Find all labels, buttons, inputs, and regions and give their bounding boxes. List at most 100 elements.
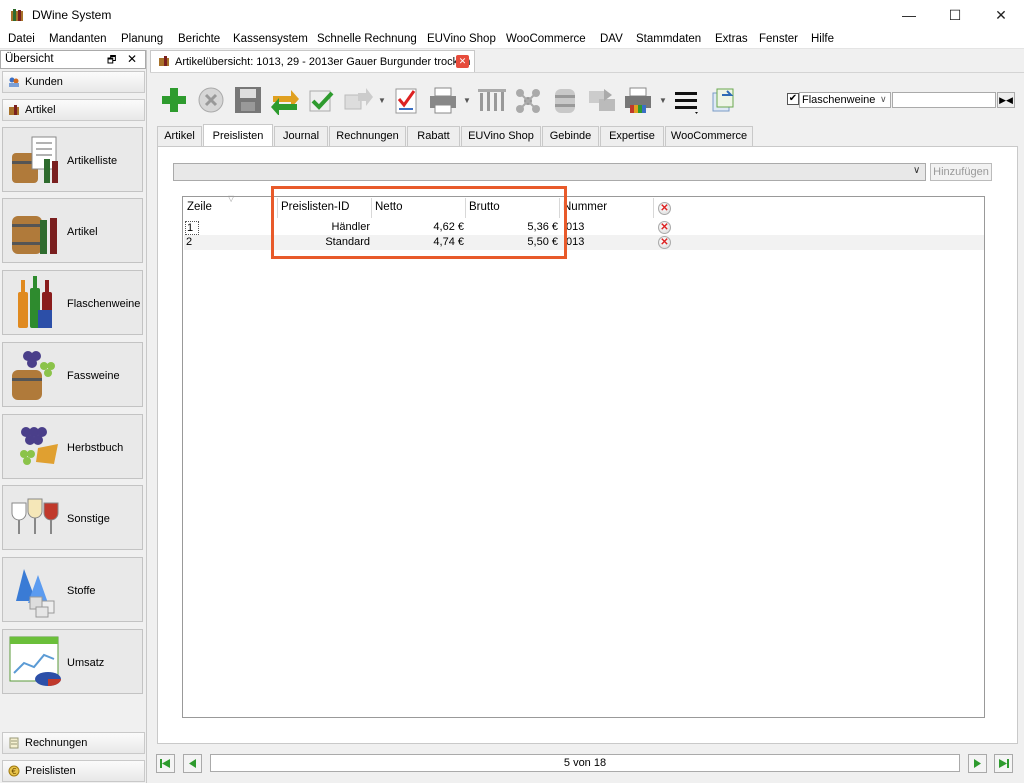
menu-extras[interactable]: Extras — [715, 33, 748, 45]
first-icon — [160, 759, 170, 768]
tile-flaschenweine[interactable]: Flaschenweine — [2, 270, 143, 335]
chevron-down-icon: ∨ — [880, 94, 887, 104]
wine-bottles-icon — [18, 276, 52, 328]
column-header-nummer[interactable]: Nummer — [563, 201, 607, 213]
tab-woocommerce[interactable]: WooCommerce — [665, 126, 753, 146]
tile-label: Fassweine — [67, 370, 120, 382]
previous-icon — [189, 759, 196, 768]
close-tab-icon[interactable]: ✕ — [456, 55, 469, 68]
add-button[interactable]: Hinzufügen — [930, 163, 992, 181]
tab-expertise[interactable]: Expertise — [600, 126, 664, 146]
menu-dav[interactable]: DAV — [600, 33, 623, 45]
menu-fenster[interactable]: Fenster — [759, 33, 798, 45]
confirm-button[interactable] — [305, 85, 337, 115]
menu-euvino-shop[interactable]: EUVino Shop — [427, 33, 496, 45]
wine-type-value: Flaschenweine — [802, 94, 876, 106]
sidebar-item-rechnungen[interactable]: Rechnungen — [2, 732, 145, 754]
article-icon — [9, 105, 19, 115]
chevron-down-icon[interactable]: ▼ — [659, 96, 667, 105]
tile-umsatz[interactable]: Umsatz — [2, 629, 143, 694]
transfer-button[interactable] — [586, 85, 618, 115]
maximize-button[interactable]: ☐ — [932, 0, 978, 30]
tab-euvino-shop[interactable]: EUVino Shop — [461, 126, 541, 146]
tile-artikelliste[interactable]: Artikelliste — [2, 127, 143, 192]
price-list-combo[interactable] — [173, 163, 926, 181]
row-preislisten-id: Standard — [325, 236, 370, 248]
menu-schnelle-rechnung[interactable]: Schnelle Rechnung — [317, 33, 417, 45]
tab-rechnungen[interactable]: Rechnungen — [329, 126, 406, 146]
export-icon — [712, 88, 734, 112]
menu-woocommerce[interactable]: WooCommerce — [506, 33, 586, 45]
menu-planung[interactable]: Planung — [121, 33, 163, 45]
print-color-button[interactable] — [622, 85, 654, 115]
tools-button[interactable] — [476, 85, 508, 115]
sidebar-item-artikel[interactable]: Artikel — [2, 99, 145, 121]
restore-icon[interactable]: 🗗 — [107, 53, 116, 70]
filter-checkbox[interactable]: ✔ — [787, 93, 799, 105]
tile-fassweine[interactable]: Fassweine — [2, 342, 143, 407]
tab-journal[interactable]: Journal — [274, 126, 328, 146]
menu-datei[interactable]: Datei — [8, 33, 35, 45]
tab-preislisten[interactable]: Preislisten — [203, 124, 273, 147]
cancel-button[interactable] — [195, 85, 227, 115]
table-row[interactable]: 2 Standard 4,74 € 5,50 € 013 ✕ — [184, 235, 984, 250]
menu-kassensystem[interactable]: Kassensystem — [233, 33, 308, 45]
search-input[interactable] — [892, 92, 996, 108]
delete-row-icon[interactable]: ✕ — [658, 221, 671, 234]
first-record-button[interactable] — [156, 754, 175, 773]
print-button[interactable] — [427, 85, 459, 115]
column-divider — [465, 198, 466, 218]
tile-sonstige[interactable]: Sonstige — [2, 485, 143, 550]
overview-header: Übersicht 🗗 ✕ — [0, 50, 146, 69]
menu-bar: Datei Mandanten Planung Berichte Kassens… — [0, 30, 1024, 49]
column-header-zeile[interactable]: Zeile — [187, 201, 212, 213]
previous-record-button[interactable] — [183, 754, 202, 773]
next-record-button[interactable] — [968, 754, 987, 773]
svg-text:€: € — [12, 767, 17, 776]
delete-row-icon[interactable]: ✕ — [658, 236, 671, 249]
column-header-preislisten-id[interactable]: Preislisten-ID — [281, 201, 349, 213]
forward-icon — [344, 88, 373, 110]
refresh-button[interactable] — [269, 85, 301, 116]
menu-berichte[interactable]: Berichte — [178, 33, 220, 45]
sidebar-item-preislisten[interactable]: € Preislisten — [2, 760, 145, 782]
add-button[interactable] — [158, 85, 190, 115]
tab-rabatt[interactable]: Rabatt — [407, 126, 460, 146]
binoculars-icon[interactable]: ▶◀ — [997, 92, 1015, 108]
last-record-button[interactable] — [994, 754, 1013, 773]
menu-mandanten[interactable]: Mandanten — [49, 33, 107, 45]
validate-button[interactable] — [390, 85, 422, 115]
menu-stammdaten[interactable]: Stammdaten — [636, 33, 701, 45]
next-icon — [974, 759, 981, 768]
tile-stoffe[interactable]: Stoffe — [2, 557, 143, 622]
tile-label: Artikel — [67, 226, 98, 238]
chevron-down-icon[interactable]: ▼ — [378, 96, 386, 105]
column-header-netto[interactable]: Netto — [375, 201, 403, 213]
export-button[interactable] — [707, 85, 739, 115]
chevron-down-icon[interactable]: ∨ — [913, 165, 920, 176]
menu-button[interactable] — [671, 85, 703, 115]
barrel-button[interactable] — [549, 85, 581, 115]
network-button[interactable] — [512, 85, 544, 115]
tile-artikel[interactable]: Artikel — [2, 198, 143, 263]
materials-icon — [16, 569, 55, 618]
close-window-button[interactable]: ✕ — [978, 0, 1024, 30]
tab-gebinde[interactable]: Gebinde — [542, 126, 599, 146]
article-list-icon — [12, 136, 58, 183]
tab-artikel[interactable]: Artikel — [157, 126, 202, 146]
close-icon[interactable]: ✕ — [127, 52, 137, 66]
column-header-brutto[interactable]: Brutto — [469, 201, 500, 213]
table-row[interactable]: 1 Händler 4,62 € 5,36 € 013 ✕ — [184, 220, 984, 235]
wine-type-select[interactable]: Flaschenweine ∨ — [799, 92, 891, 108]
document-tab[interactable]: Artikelübersicht: 1013, 29 - 2013er Gaue… — [150, 50, 475, 72]
minimize-button[interactable]: — — [886, 0, 932, 30]
sidebar-item-kunden[interactable]: Kunden — [2, 71, 145, 93]
save-button[interactable] — [232, 85, 264, 115]
chevron-down-icon[interactable]: ▼ — [463, 96, 471, 105]
forward-button[interactable] — [342, 85, 374, 115]
menu-hilfe[interactable]: Hilfe — [811, 33, 834, 45]
column-divider — [277, 198, 278, 218]
menu-icon — [675, 92, 698, 114]
tile-herbstbuch[interactable]: Herbstbuch — [2, 414, 143, 479]
delete-all-icon[interactable]: ✕ — [658, 202, 671, 215]
